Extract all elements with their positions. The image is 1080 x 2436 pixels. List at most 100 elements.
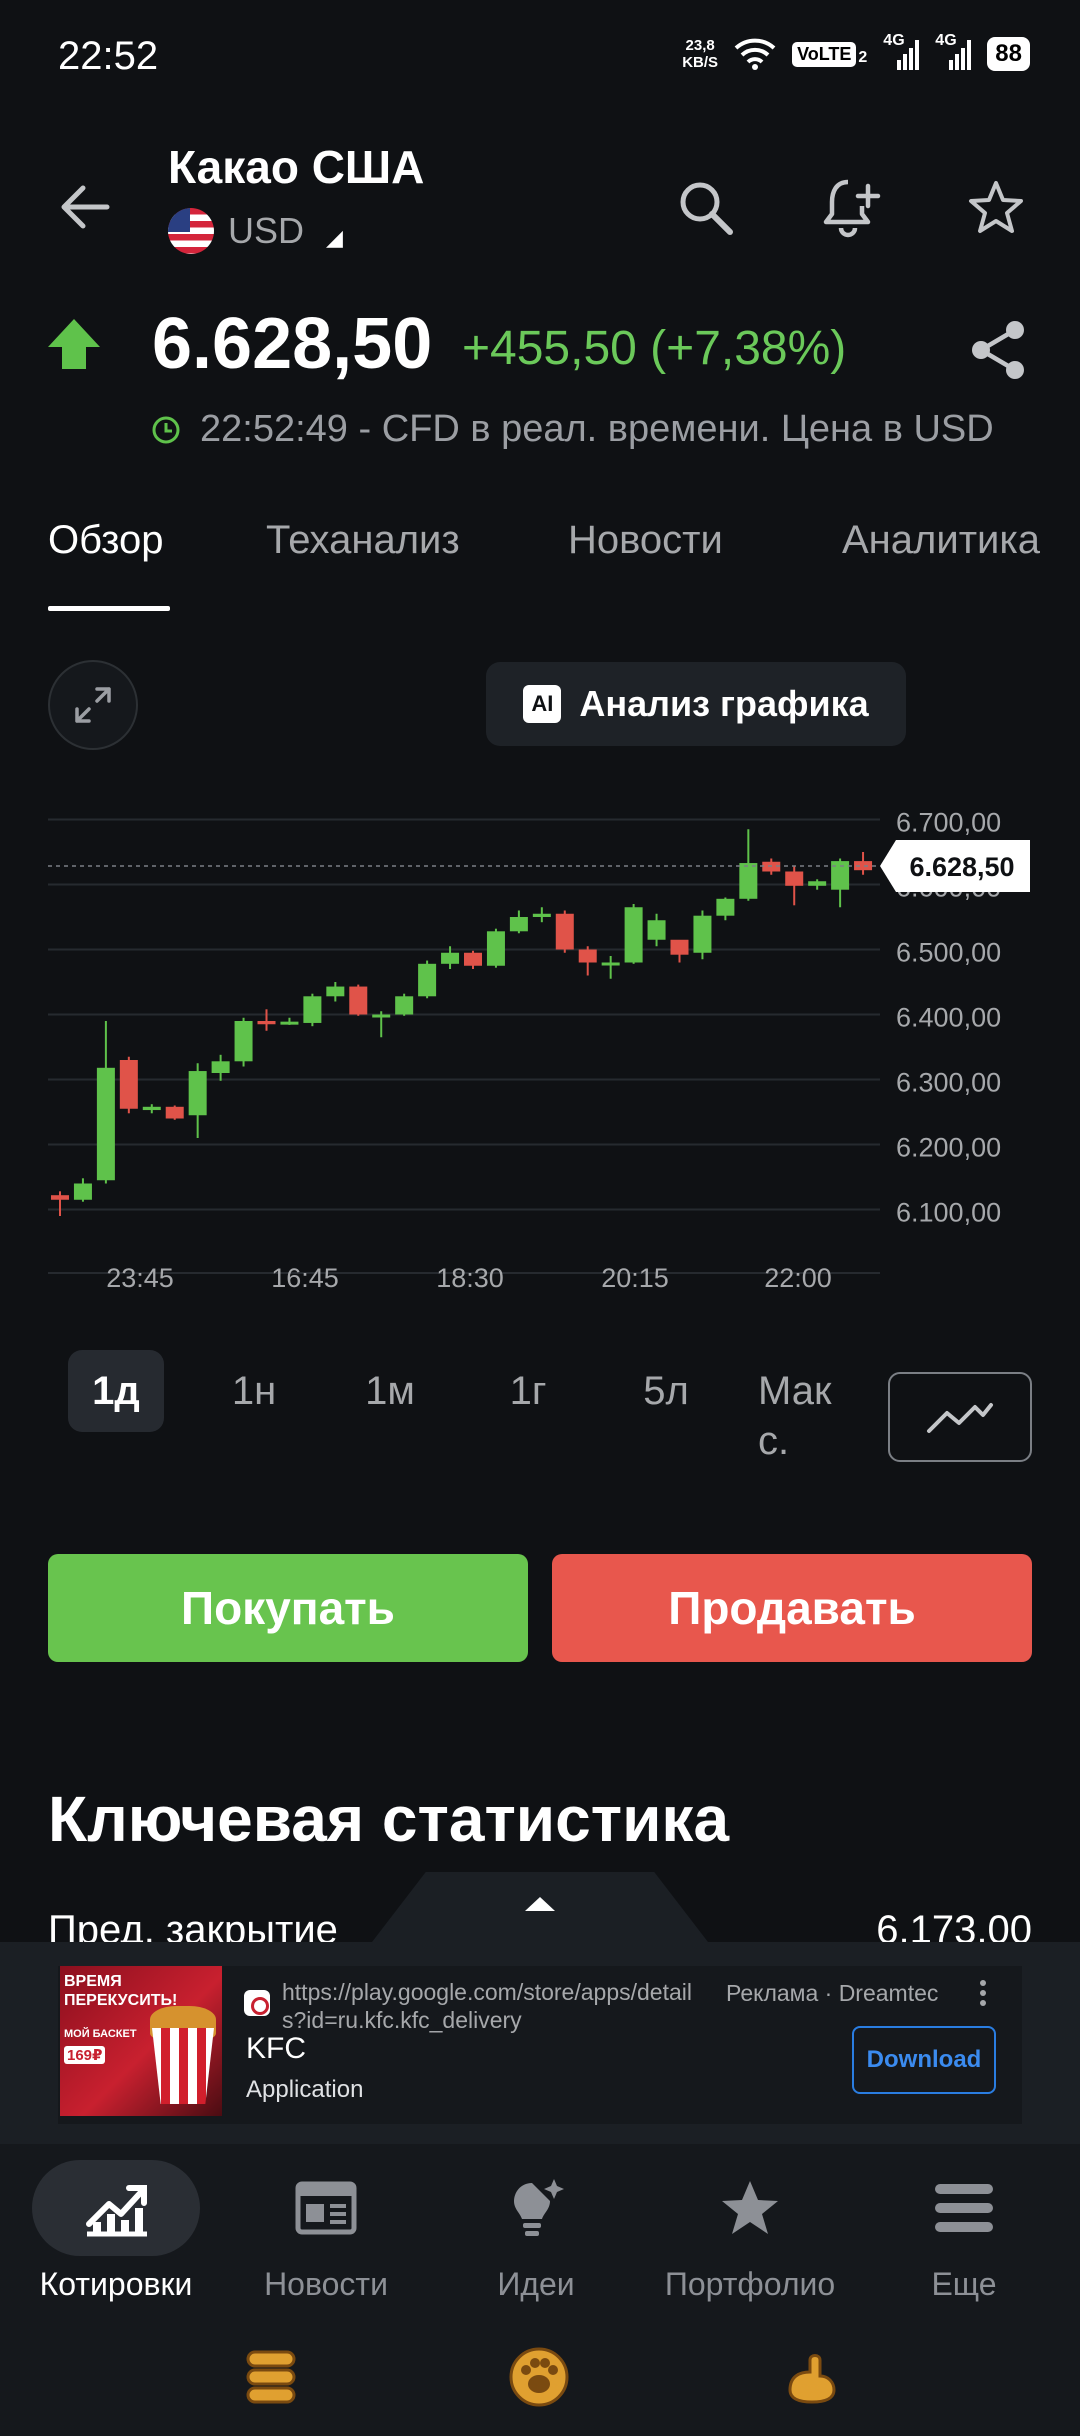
candle-body xyxy=(693,915,712,953)
candle-body xyxy=(739,863,758,899)
range-1d[interactable]: 1д xyxy=(68,1350,164,1432)
x-tick-label: 23:45 xyxy=(106,1263,174,1293)
expand-chart-button[interactable] xyxy=(48,660,138,750)
candle-body xyxy=(808,881,827,886)
nav-news[interactable]: Новости xyxy=(236,2160,416,2310)
ad-title: KFC xyxy=(246,2032,306,2065)
candle-body xyxy=(785,871,804,886)
app-shortcut-bar xyxy=(0,2324,1080,2436)
network-speed: 23,8 KB/S xyxy=(682,37,719,71)
star-icon xyxy=(722,2181,778,2234)
tab-overview[interactable]: Обзор xyxy=(48,518,164,563)
nav-quotes[interactable]: Котировки xyxy=(26,2160,206,2310)
candle-body xyxy=(119,1060,138,1109)
hand-icon[interactable] xyxy=(780,2346,842,2408)
more-vert-icon[interactable] xyxy=(968,1978,998,2008)
candle-body xyxy=(257,1021,276,1025)
candle-body xyxy=(418,963,437,997)
quote-time-info: 22:52:49 - CFD в реал. времени. Цена в U… xyxy=(200,408,994,450)
ad-subtitle: Application xyxy=(246,2076,364,2103)
price-chart[interactable]: 6.700,006.600,006.500,006.400,006.300,00… xyxy=(0,780,1080,1310)
back-button[interactable] xyxy=(50,172,120,242)
nav-portfolio[interactable]: Портфолио xyxy=(660,2160,840,2310)
ad-label: Реклама · Dreamtec xyxy=(726,1980,939,2006)
battery-indicator: 88 xyxy=(987,37,1030,71)
ai-badge-icon: AI xyxy=(523,685,562,723)
search-button[interactable] xyxy=(668,170,744,246)
candle-body xyxy=(601,962,620,966)
currency-label: USD xyxy=(228,210,305,251)
paw-icon[interactable] xyxy=(508,2346,570,2408)
chart-up-icon xyxy=(86,2185,147,2237)
nav-ideas[interactable]: Идеи xyxy=(446,2160,626,2310)
add-alert-button[interactable] xyxy=(812,170,888,246)
range-5y[interactable]: 5л xyxy=(618,1350,714,1432)
favorite-button[interactable] xyxy=(958,170,1034,246)
caret-up-icon xyxy=(525,1897,555,1911)
candle-body xyxy=(555,913,574,950)
lightbulb-icon xyxy=(514,2179,564,2236)
collapse-ad-handle[interactable] xyxy=(372,1872,708,1942)
instrument-title: Какао США xyxy=(168,141,425,193)
candle-body xyxy=(51,1195,69,1200)
status-time: 22:52 xyxy=(58,34,159,78)
y-tick-label: 6.200,00 xyxy=(896,1133,1001,1163)
tab-technical[interactable]: Теханализ xyxy=(266,518,460,563)
coins-icon[interactable] xyxy=(240,2346,302,2408)
current-price: 6.628,50 xyxy=(152,304,433,384)
menu-icon xyxy=(935,2184,993,2232)
range-max[interactable]: Мак с. xyxy=(758,1366,858,1466)
y-tick-label: 6.100,00 xyxy=(896,1198,1001,1228)
ad-content[interactable]: ВРЕМЯ ПЕРЕКУСИТЬ! МОЙ БАСКЕТ 169₽ https:… xyxy=(58,1966,1022,2124)
currency-selector[interactable]: USD ◢ xyxy=(168,208,343,254)
ad-image[interactable]: ВРЕМЯ ПЕРЕКУСИТЬ! МОЙ БАСКЕТ 169₽ xyxy=(60,1966,222,2116)
news-icon xyxy=(295,2181,357,2235)
up-arrow-icon xyxy=(48,319,100,369)
ai-chart-analysis-button[interactable]: AI Анализ графика xyxy=(486,662,906,746)
x-tick-label: 18:30 xyxy=(436,1263,504,1293)
caret-down-icon: ◢ xyxy=(326,225,343,250)
tab-analytics[interactable]: Аналитика xyxy=(842,518,1040,563)
chart-type-button[interactable] xyxy=(888,1372,1032,1462)
ad-download-button[interactable]: Download xyxy=(852,2026,996,2094)
x-tick-label: 16:45 xyxy=(271,1263,339,1293)
candle-body xyxy=(486,931,505,966)
candle-body xyxy=(578,949,597,963)
range-1w[interactable]: 1н xyxy=(206,1350,302,1432)
range-1y[interactable]: 1г xyxy=(480,1350,576,1432)
candle-body xyxy=(96,1067,115,1181)
candle-body xyxy=(188,1071,207,1116)
search-icon xyxy=(680,182,733,235)
sell-button[interactable]: Продавать xyxy=(552,1554,1032,1662)
candlestick-chart[interactable]: 6.700,006.600,006.500,006.400,006.300,00… xyxy=(0,780,1080,1310)
range-1m[interactable]: 1м xyxy=(342,1350,438,1432)
candle-body xyxy=(73,1183,92,1200)
ad-url[interactable]: https://play.google.com/store/apps/detai… xyxy=(282,1978,712,2034)
share-icon xyxy=(972,321,1024,379)
key-stats-title: Ключевая статистика xyxy=(48,1783,730,1855)
back-arrow-icon xyxy=(61,185,110,229)
candle-body xyxy=(349,986,368,1015)
candle-body xyxy=(326,986,345,997)
quote-time-row: 22:52:49 - CFD в реал. времени. Цена в U… xyxy=(150,408,994,451)
star-outline-icon xyxy=(969,181,1023,233)
x-tick-label: 20:15 xyxy=(601,1263,669,1293)
volte-badge: VoLTE 2 xyxy=(792,41,867,67)
tab-news[interactable]: Новости xyxy=(568,518,723,563)
ai-button-label: Анализ графика xyxy=(579,683,869,724)
candle-body xyxy=(303,996,322,1023)
share-button[interactable] xyxy=(964,315,1034,385)
bell-plus-icon xyxy=(823,179,881,238)
expand-icon xyxy=(75,687,111,723)
bucket-icon xyxy=(152,2028,214,2104)
candle-body xyxy=(234,1021,253,1062)
status-icons: 23,8 KB/S VoLTE 2 4G 4G 88 xyxy=(682,32,1030,72)
buy-button[interactable]: Покупать xyxy=(48,1554,528,1662)
y-tick-label: 6.400,00 xyxy=(896,1003,1001,1033)
instrument-tabs: Обзор Теханализ Новости Аналитика xyxy=(0,510,1080,611)
nav-more[interactable]: Еще xyxy=(874,2160,1054,2310)
candle-body xyxy=(716,898,735,916)
candle-body xyxy=(142,1106,161,1111)
status-bar: 22:52 23,8 KB/S VoLTE 2 4G 4G 88 xyxy=(0,0,1080,110)
ad-banner: ВРЕМЯ ПЕРЕКУСИТЬ! МОЙ БАСКЕТ 169₽ https:… xyxy=(0,1942,1080,2144)
